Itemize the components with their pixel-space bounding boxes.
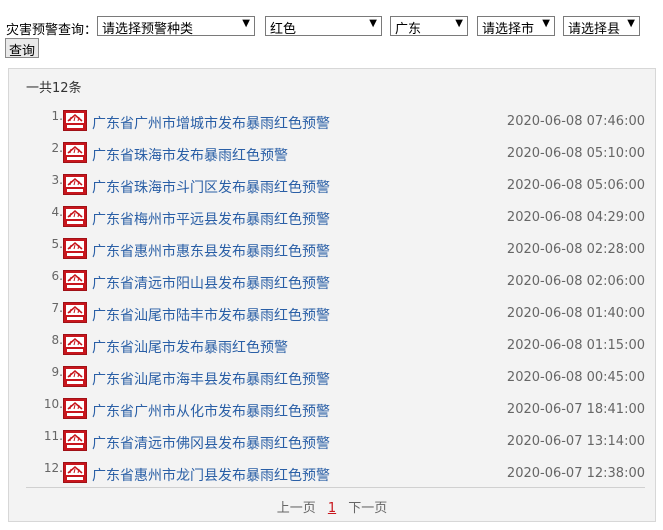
publish-time: 2020-06-07 12:38:00 (506, 466, 645, 481)
warning-title-link[interactable]: 广东省汕尾市发布暴雨红色预警 (92, 337, 288, 357)
item-number: 6. (51, 269, 63, 283)
county-value: 请选择县 (568, 22, 621, 36)
publish-time: 2020-06-08 01:15:00 (506, 338, 645, 353)
item-number: 9. (51, 365, 63, 379)
results-panel: 一共12条 1. 广东省广州市增城市发布暴雨红色预警 2020-06-08 07… (8, 68, 656, 522)
warning-title-link[interactable]: 广东省广州市增城市发布暴雨红色预警 (92, 113, 330, 133)
list-item: 8. 广东省汕尾市发布暴雨红色预警 2020-06-08 01:15:00 (9, 333, 655, 365)
list-item: 11. 广东省清远市佛冈县发布暴雨红色预警 2020-06-07 13:14:0… (9, 429, 655, 461)
rainstorm-red-warning-icon (63, 238, 87, 259)
filter-bar: 灾害预警查询： 请选择预警种类 ▼ 红色 ▼ 广东 ▼ 请选择市 ▼ 请选择县 … (6, 16, 663, 38)
warning-type-value: 请选择预警种类 (102, 22, 194, 36)
dropdown-arrow-icon: ▼ (627, 18, 635, 29)
total-count: 一共12条 (26, 81, 82, 96)
dropdown-arrow-icon: ▼ (542, 18, 550, 29)
warning-type-select[interactable]: 请选择预警种类 ▼ (97, 16, 255, 36)
list-item: 7. 广东省汕尾市陆丰市发布暴雨红色预警 2020-06-08 01:40:00 (9, 301, 655, 333)
rainstorm-red-warning-icon (63, 270, 87, 291)
query-button[interactable]: 查询 (5, 38, 40, 58)
publish-time: 2020-06-08 05:06:00 (506, 178, 645, 193)
province-select[interactable]: 广东 ▼ (390, 16, 468, 36)
list-item: 10. 广东省广州市从化市发布暴雨红色预警 2020-06-07 18:41:0… (9, 397, 655, 429)
list-item: 1. 广东省广州市增城市发布暴雨红色预警 2020-06-08 07:46:00 (9, 109, 655, 141)
publish-time: 2020-06-08 04:29:00 (506, 210, 645, 225)
publish-time: 2020-06-08 07:46:00 (506, 114, 645, 129)
list-item: 9. 广东省汕尾市海丰县发布暴雨红色预警 2020-06-08 00:45:00 (9, 365, 655, 397)
item-number: 2. (51, 141, 63, 155)
city-select[interactable]: 请选择市 ▼ (477, 16, 555, 36)
item-number: 7. (51, 301, 63, 315)
list-item: 12. 广东省惠州市龙门县发布暴雨红色预警 2020-06-07 12:38:0… (9, 461, 655, 493)
publish-time: 2020-06-07 18:41:00 (506, 402, 645, 417)
rainstorm-red-warning-icon (63, 398, 87, 419)
warning-title-link[interactable]: 广东省梅州市平远县发布暴雨红色预警 (92, 209, 330, 229)
item-number: 10. (43, 397, 63, 411)
warning-title-link[interactable]: 广东省惠州市龙门县发布暴雨红色预警 (92, 465, 330, 485)
publish-time: 2020-06-08 05:10:00 (506, 146, 645, 161)
publish-time: 2020-06-08 00:45:00 (506, 370, 645, 385)
rainstorm-red-warning-icon (63, 334, 87, 355)
publish-time: 2020-06-07 13:14:00 (506, 434, 645, 449)
publish-time: 2020-06-08 02:06:00 (506, 274, 645, 289)
color-value: 红色 (270, 22, 297, 36)
publish-time: 2020-06-08 01:40:00 (506, 306, 645, 321)
item-number: 4. (51, 205, 63, 219)
filter-label: 灾害预警查询： (6, 23, 98, 38)
warning-title-link[interactable]: 广东省广州市从化市发布暴雨红色预警 (92, 401, 330, 421)
rainstorm-red-warning-icon (63, 110, 87, 131)
divider (26, 487, 645, 488)
dropdown-arrow-icon: ▼ (242, 18, 250, 29)
list-item: 6. 广东省清远市阳山县发布暴雨红色预警 2020-06-08 02:06:00 (9, 269, 655, 301)
list-item: 2. 广东省珠海市发布暴雨红色预警 2020-06-08 05:10:00 (9, 141, 655, 173)
publish-time: 2020-06-08 02:28:00 (506, 242, 645, 257)
rainstorm-red-warning-icon (63, 366, 87, 387)
warning-title-link[interactable]: 广东省珠海市斗门区发布暴雨红色预警 (92, 177, 330, 197)
item-number: 12. (43, 461, 63, 475)
rainstorm-red-warning-icon (63, 302, 87, 323)
color-select[interactable]: 红色 ▼ (265, 16, 382, 36)
warning-title-link[interactable]: 广东省汕尾市海丰县发布暴雨红色预警 (92, 369, 330, 389)
county-select[interactable]: 请选择县 ▼ (563, 16, 640, 36)
dropdown-arrow-icon: ▼ (455, 18, 463, 29)
next-page-link[interactable]: 下一页 (348, 501, 387, 516)
rainstorm-red-warning-icon (63, 142, 87, 163)
current-page[interactable]: 1 (328, 501, 336, 516)
item-number: 11. (43, 429, 63, 443)
pagination: 上一页 1 下一页 (9, 497, 655, 516)
province-value: 广东 (395, 22, 422, 36)
warning-title-link[interactable]: 广东省清远市阳山县发布暴雨红色预警 (92, 273, 330, 293)
rainstorm-red-warning-icon (63, 462, 87, 483)
warning-title-link[interactable]: 广东省珠海市发布暴雨红色预警 (92, 145, 288, 165)
rainstorm-red-warning-icon (63, 174, 87, 195)
prev-page-link[interactable]: 上一页 (277, 501, 316, 516)
list-item: 5. 广东省惠州市惠东县发布暴雨红色预警 2020-06-08 02:28:00 (9, 237, 655, 269)
rainstorm-red-warning-icon (63, 206, 87, 227)
rainstorm-red-warning-icon (63, 430, 87, 451)
warning-title-link[interactable]: 广东省汕尾市陆丰市发布暴雨红色预警 (92, 305, 330, 325)
item-number: 3. (51, 173, 63, 187)
dropdown-arrow-icon: ▼ (369, 18, 377, 29)
results-list: 1. 广东省广州市增城市发布暴雨红色预警 2020-06-08 07:46:00… (9, 109, 655, 493)
warning-title-link[interactable]: 广东省清远市佛冈县发布暴雨红色预警 (92, 433, 330, 453)
warning-title-link[interactable]: 广东省惠州市惠东县发布暴雨红色预警 (92, 241, 330, 261)
list-item: 4. 广东省梅州市平远县发布暴雨红色预警 2020-06-08 04:29:00 (9, 205, 655, 237)
item-number: 5. (51, 237, 63, 251)
item-number: 8. (51, 333, 63, 347)
list-item: 3. 广东省珠海市斗门区发布暴雨红色预警 2020-06-08 05:06:00 (9, 173, 655, 205)
item-number: 1. (51, 109, 63, 123)
city-value: 请选择市 (482, 22, 535, 36)
